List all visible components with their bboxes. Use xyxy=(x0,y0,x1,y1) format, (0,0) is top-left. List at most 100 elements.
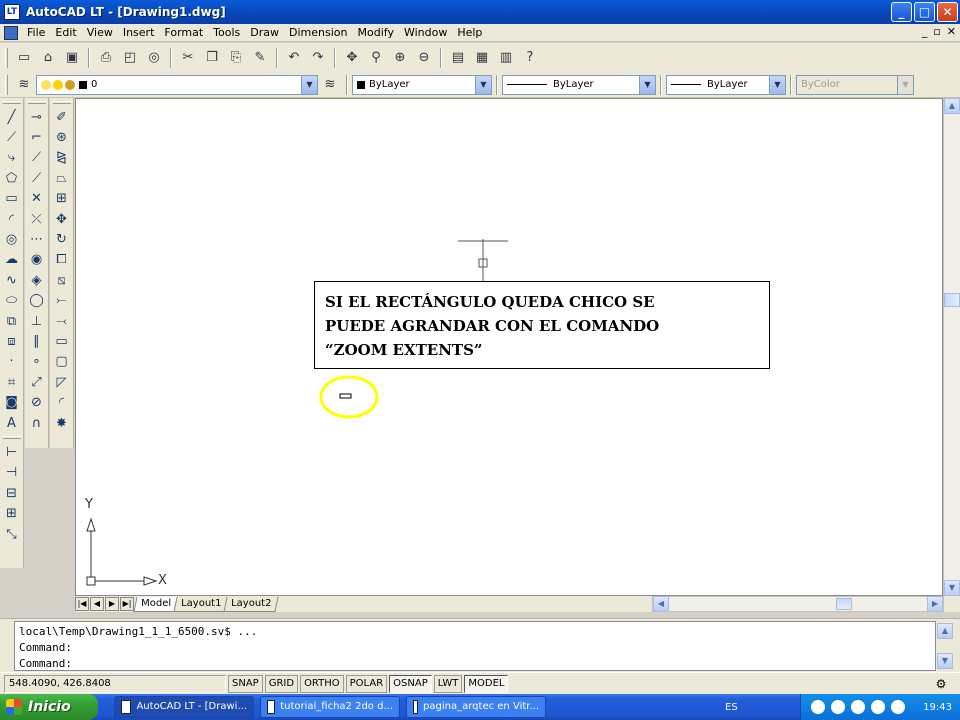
zoom-previous-icon[interactable]: ⊖ xyxy=(413,47,435,69)
tray-antivirus-icon[interactable] xyxy=(871,700,885,714)
dimension-aligned-icon[interactable]: ⊣ xyxy=(1,463,23,483)
menu-view[interactable]: View xyxy=(82,24,118,42)
vertical-scroll-thumb[interactable] xyxy=(944,293,960,307)
menu-insert[interactable]: Insert xyxy=(118,24,160,42)
snap-endpoint-icon[interactable]: ⟋ xyxy=(26,148,48,168)
horizontal-scroll-thumb[interactable] xyxy=(836,598,852,610)
snap-midpoint-icon[interactable]: ⟋ xyxy=(26,168,48,188)
ellipse-icon[interactable]: ⬭ xyxy=(1,291,23,311)
chamfer-icon[interactable]: ◸ xyxy=(51,372,73,392)
undo-icon[interactable]: ↶ xyxy=(283,47,305,69)
snap-toggle[interactable]: SNAP xyxy=(228,674,263,693)
break-icon[interactable]: ▭ xyxy=(51,331,73,351)
dimension-tolerance-icon[interactable]: ⊞ xyxy=(1,503,23,523)
command-scrollbar[interactable]: ▲ ▼ xyxy=(937,623,954,669)
make-object-layer-current-icon[interactable]: ≋ xyxy=(319,74,341,96)
lineweight-dropdown[interactable]: ByLayer ▼ xyxy=(666,74,786,95)
erase-icon[interactable]: ✐ xyxy=(51,107,73,127)
scale-icon[interactable]: ⧠ xyxy=(51,250,73,270)
snap-none-icon[interactable]: ⊘ xyxy=(26,392,48,412)
close-button[interactable]: ✕ xyxy=(937,2,958,22)
match-properties-icon[interactable]: ✎ xyxy=(249,47,271,69)
publish-icon[interactable]: ◎ xyxy=(143,47,165,69)
menu-file[interactable]: File xyxy=(22,24,50,42)
scroll-up-button[interactable]: ▲ xyxy=(937,623,953,639)
snap-center-icon[interactable]: ◉ xyxy=(26,250,48,270)
pan-icon[interactable]: ✥ xyxy=(341,47,363,69)
chevron-down-icon[interactable]: ▼ xyxy=(475,75,491,94)
join-icon[interactable]: ▢ xyxy=(51,352,73,372)
osnap-settings-icon[interactable]: ∩ xyxy=(26,413,48,433)
model-toggle[interactable]: MODEL xyxy=(464,674,509,693)
toolbar-grip[interactable] xyxy=(2,101,21,104)
spline-icon[interactable]: ∿ xyxy=(1,270,23,290)
properties-icon[interactable]: ▤ xyxy=(447,47,469,69)
chevron-down-icon[interactable]: ▼ xyxy=(639,75,655,94)
taskbar-item-autocad[interactable]: AutoCAD LT - [Drawi... xyxy=(114,696,254,718)
tool-palettes-icon[interactable]: ▥ xyxy=(495,47,517,69)
temporary-tracking-icon[interactable]: ⊸ xyxy=(26,107,48,127)
coordinate-display[interactable]: 548.4090, 426.8408 xyxy=(4,674,226,693)
move-icon[interactable]: ✥ xyxy=(51,209,73,229)
copy-object-icon[interactable]: ⊛ xyxy=(51,127,73,147)
fillet-icon[interactable]: ◜ xyxy=(51,392,73,412)
save-icon[interactable]: ▣ xyxy=(61,47,83,69)
toolbar-grip[interactable] xyxy=(5,74,8,95)
toolbar-grip[interactable] xyxy=(5,47,8,68)
circle-icon[interactable]: ◎ xyxy=(1,229,23,249)
new-file-icon[interactable]: ▭ xyxy=(13,47,35,69)
redo-icon[interactable]: ↷ xyxy=(307,47,329,69)
snap-from-icon[interactable]: ⌐ xyxy=(26,127,48,147)
chevron-down-icon[interactable]: ▼ xyxy=(301,75,317,94)
print-preview-icon[interactable]: ◰ xyxy=(119,47,141,69)
snap-apparent-intersection-icon[interactable]: ⤫ xyxy=(26,209,48,229)
dimension-linear-icon[interactable]: ⊢ xyxy=(1,442,23,462)
drawing-area[interactable]: Y X SI EL RECTÁNGULO QUEDA CHICO SE PUED… xyxy=(75,98,943,596)
linetype-dropdown[interactable]: ByLayer ▼ xyxy=(502,74,656,95)
scroll-left-button[interactable]: ◀ xyxy=(653,596,669,612)
menu-window[interactable]: Window xyxy=(399,24,452,42)
point-icon[interactable]: · xyxy=(1,352,23,372)
zoom-window-icon[interactable]: ⊕ xyxy=(389,47,411,69)
next-tab-button[interactable]: ▶ xyxy=(105,597,119,611)
menu-modify[interactable]: Modify xyxy=(353,24,399,42)
command-history[interactable]: local\Temp\Drawing1_1_1_6500.sv$ ... Com… xyxy=(14,621,936,671)
scroll-up-button[interactable]: ▲ xyxy=(944,98,960,114)
app-icon[interactable]: LT xyxy=(4,4,20,20)
prev-tab-button[interactable]: ◀ xyxy=(90,597,104,611)
doc-restore-button[interactable]: ▫ xyxy=(933,25,940,38)
tray-back-icon[interactable] xyxy=(811,700,825,714)
snap-extension-icon[interactable]: ⋯ xyxy=(26,229,48,249)
menu-tools[interactable]: Tools xyxy=(208,24,245,42)
menu-dimension[interactable]: Dimension xyxy=(284,24,352,42)
zoom-realtime-icon[interactable]: ⚲ xyxy=(365,47,387,69)
array-icon[interactable]: ⊞ xyxy=(51,189,73,209)
tray-volume-icon[interactable] xyxy=(851,700,865,714)
region-icon[interactable]: ◙ xyxy=(1,392,23,412)
tray-acrobat-icon[interactable] xyxy=(891,700,905,714)
open-file-icon[interactable]: ⌂ xyxy=(37,47,59,69)
snap-parallel-icon[interactable]: ∥ xyxy=(26,331,48,351)
layer-dropdown[interactable]: 0 ▼ xyxy=(36,74,318,95)
chevron-down-icon[interactable]: ▼ xyxy=(769,75,785,94)
menu-help[interactable]: Help xyxy=(452,24,487,42)
paste-icon[interactable]: ⎘ xyxy=(225,47,247,69)
doc-minimize-button[interactable]: _ xyxy=(922,25,928,38)
ortho-toggle[interactable]: ORTHO xyxy=(300,674,344,693)
scroll-down-button[interactable]: ▼ xyxy=(944,580,960,596)
text-icon[interactable]: A xyxy=(1,413,23,433)
menu-format[interactable]: Format xyxy=(159,24,208,42)
copy-icon[interactable]: ❐ xyxy=(201,47,223,69)
stretch-icon[interactable]: ⧅ xyxy=(51,270,73,290)
tray-network-icon[interactable] xyxy=(831,700,845,714)
design-center-icon[interactable]: ▦ xyxy=(471,47,493,69)
drawn-rectangle[interactable] xyxy=(339,393,352,399)
print-icon[interactable]: ⎙ xyxy=(95,47,117,69)
snap-quadrant-icon[interactable]: ◈ xyxy=(26,270,48,290)
vertical-scrollbar[interactable]: ▲ ▼ xyxy=(943,98,960,596)
dimension-leader-icon[interactable]: ⤡ xyxy=(1,524,23,544)
command-input[interactable]: Command: xyxy=(19,656,931,672)
communication-center-icon[interactable]: ⚙ xyxy=(932,675,950,693)
scroll-right-button[interactable]: ▶ xyxy=(927,596,943,612)
polygon-icon[interactable]: ⬠ xyxy=(1,168,23,188)
